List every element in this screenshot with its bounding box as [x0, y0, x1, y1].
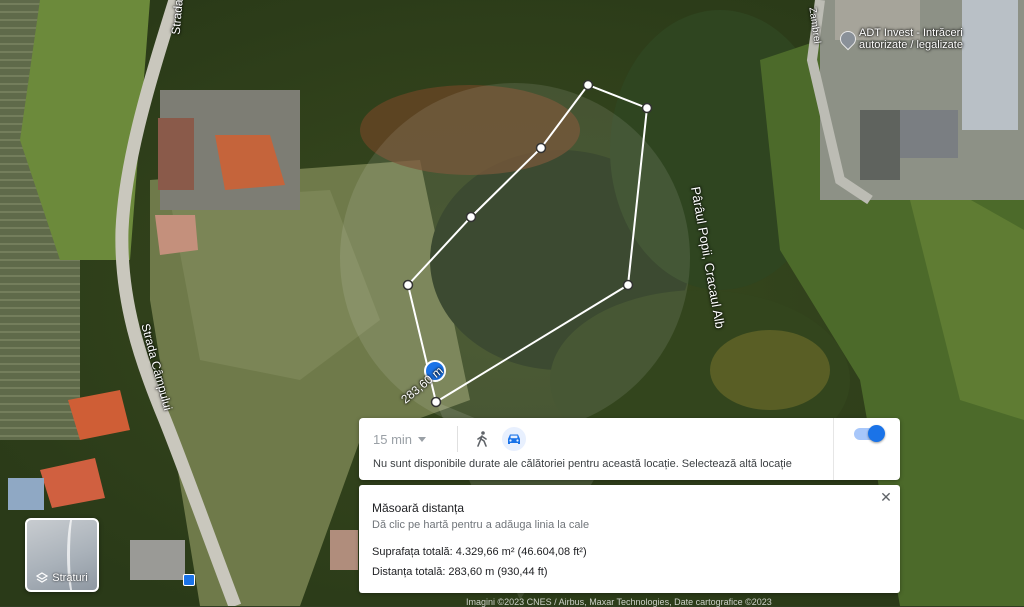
place-name-line2: autorizate / legalizate — [859, 39, 963, 51]
measure-vertex[interactable] — [402, 279, 414, 291]
forest-yellow — [710, 330, 830, 410]
total-distance: Distanța totală: 283,60 m (930,44 ft) — [372, 566, 548, 578]
layers-label: Straturi — [52, 572, 88, 584]
time-value: 15 min — [373, 431, 413, 447]
building-gray — [900, 110, 958, 158]
place-pin-icon — [836, 27, 860, 51]
measure-vertex[interactable] — [641, 102, 653, 114]
bus-stop-icon[interactable] — [183, 574, 195, 586]
measure-vertex[interactable] — [430, 396, 442, 408]
roof-brown-1 — [158, 118, 194, 190]
roof-pink-1 — [155, 215, 198, 255]
measure-shade — [340, 83, 690, 433]
divider — [457, 426, 458, 452]
parking-lot — [860, 110, 900, 180]
measure-hint: Dă clic pe hartă pentru a adăuga linia l… — [372, 519, 590, 531]
building-warehouse — [962, 0, 1018, 130]
measure-vertex[interactable] — [622, 279, 634, 291]
chevron-down-icon — [418, 436, 427, 442]
layers-button[interactable]: Straturi — [25, 518, 99, 592]
total-area: Suprafața totală: 4.329,66 m² (46.604,08… — [372, 546, 587, 558]
time-select[interactable]: 15 min — [373, 432, 443, 447]
measure-distance-panel: Măsoară distanța Dă clic pe hartă pentru… — [359, 485, 900, 593]
place-marker[interactable]: ADT Invest - Intrăceri autorizate / lega… — [836, 27, 963, 51]
travel-message: Nu sunt disponibile durate ale călătorie… — [373, 458, 792, 470]
roof-blue — [8, 478, 44, 510]
measure-vertex[interactable] — [465, 211, 477, 223]
layers-icon — [36, 572, 49, 583]
measure-title: Măsoară distanța — [372, 501, 465, 515]
travel-time-card: 15 min Nu sunt disponibile durate ale că… — [359, 418, 900, 480]
measure-vertex[interactable] — [582, 79, 594, 91]
close-icon[interactable]: ✕ — [878, 489, 894, 505]
walking-icon — [477, 431, 487, 447]
place-name-line1: ADT Invest - Intrăceri — [859, 27, 963, 39]
toggle-container — [833, 418, 900, 480]
mode-walking-button[interactable] — [470, 427, 494, 451]
house-lower — [130, 540, 185, 580]
toggle-knob[interactable] — [868, 425, 885, 442]
house-bottom — [330, 530, 358, 570]
measure-vertex[interactable] — [535, 142, 547, 154]
car-icon — [508, 434, 520, 444]
mode-driving-button[interactable] — [502, 427, 526, 451]
